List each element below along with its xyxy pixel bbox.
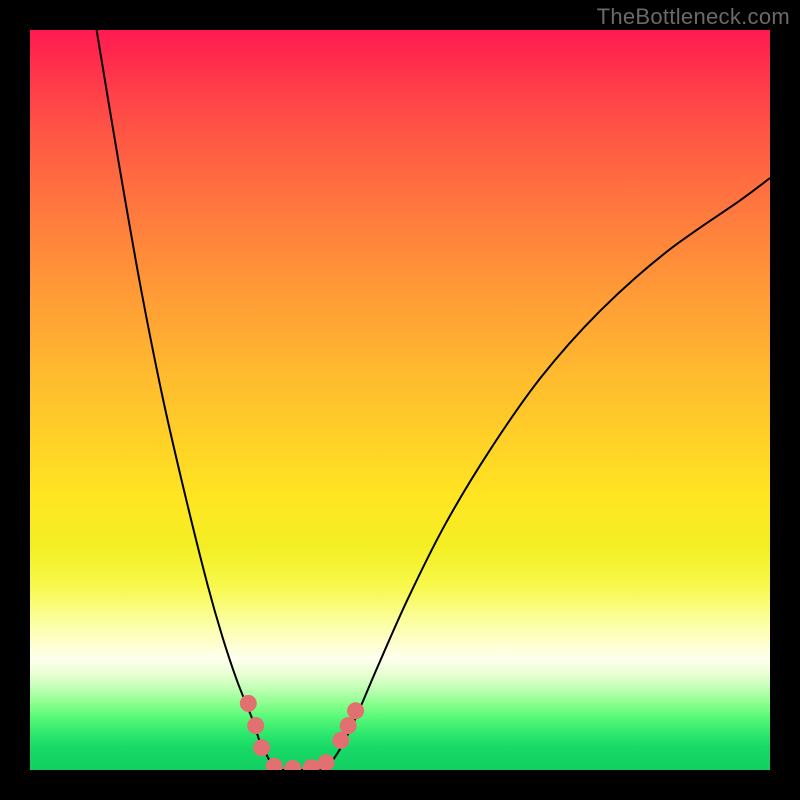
- chart-svg: [30, 30, 770, 770]
- highlight-dot: [240, 695, 257, 712]
- highlight-dot: [253, 739, 270, 756]
- highlight-dot: [332, 732, 349, 749]
- highlight-dot: [303, 759, 320, 770]
- highlight-dot: [284, 760, 301, 770]
- highlight-dots: [240, 695, 364, 770]
- watermark-text: TheBottleneck.com: [597, 4, 790, 30]
- plot-area: [30, 30, 770, 770]
- curve-right-branch: [326, 178, 770, 770]
- outer-frame: TheBottleneck.com: [0, 0, 800, 800]
- highlight-dot: [247, 717, 264, 734]
- highlight-dot: [318, 754, 335, 770]
- curve-left-branch: [97, 30, 275, 770]
- highlight-dot: [347, 702, 364, 719]
- highlight-dot: [340, 717, 357, 734]
